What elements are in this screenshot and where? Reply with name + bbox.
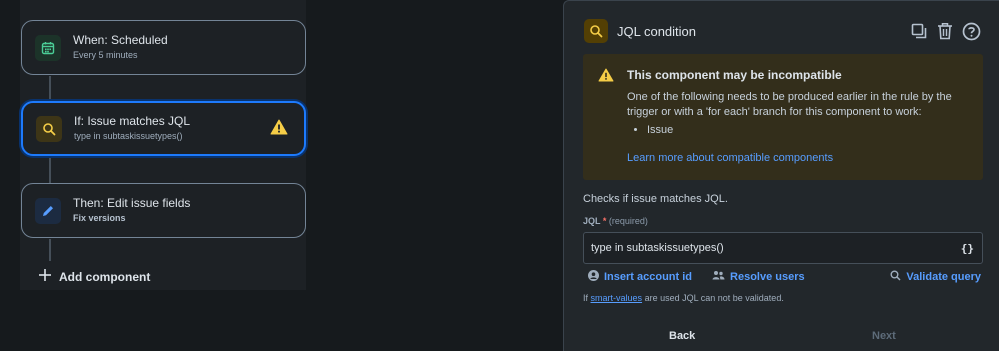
add-component-button[interactable]: Add component: [38, 268, 150, 285]
pencil-icon: [35, 197, 61, 224]
insert-account-id-button[interactable]: Insert account id: [588, 270, 692, 284]
header-actions: [909, 21, 981, 41]
connector-line: [49, 76, 51, 102]
panel-title: JQL condition: [617, 23, 697, 39]
insert-account-id-label: Insert account id: [604, 271, 693, 283]
node-subtitle: Every 5 minutes: [73, 50, 138, 60]
list-item: Issue: [647, 124, 673, 136]
warning-list: Issue: [647, 124, 673, 136]
smart-note-suffix: are used JQL can not be validated.: [644, 293, 784, 303]
back-button[interactable]: Back: [669, 330, 695, 342]
plus-icon: [38, 268, 52, 285]
help-icon[interactable]: [961, 21, 981, 41]
jql-input-value[interactable]: type in subtaskissuetypes(): [591, 242, 724, 254]
incompatible-warning: This component may be incompatible One o…: [583, 54, 983, 180]
warning-body: One of the following needs to be produce…: [627, 91, 952, 118]
smart-values-link[interactable]: smart-values: [591, 293, 643, 303]
people-icon: [712, 270, 725, 284]
trigger-node-scheduled[interactable]: When: Scheduled Every 5 minutes: [21, 20, 306, 75]
resolve-users-label: Resolve users: [730, 271, 805, 283]
action-node-edit[interactable]: Then: Edit issue fields Fix versions: [21, 183, 306, 238]
required-marker: *: [602, 216, 607, 226]
search-icon: [890, 270, 901, 284]
validate-query-button[interactable]: Validate query: [890, 270, 981, 284]
compatible-components-link[interactable]: Learn more about compatible components: [627, 152, 833, 164]
search-icon: [584, 19, 608, 43]
add-component-label: Add component: [59, 269, 151, 284]
trash-icon[interactable]: [935, 21, 955, 41]
node-title: Then: Edit issue fields: [73, 196, 191, 210]
braces-icon[interactable]: {}: [961, 242, 974, 255]
node-title: If: Issue matches JQL: [74, 114, 191, 128]
condition-node-jql[interactable]: If: Issue matches JQL type in subtaskiss…: [21, 101, 306, 156]
jql-field-label: JQL * (required): [583, 216, 648, 226]
warning-title: This component may be incompatible: [627, 68, 842, 82]
jql-actions: Insert account id Resolve users Validate…: [588, 269, 981, 285]
jql-input[interactable]: type in subtaskissuetypes() {}: [583, 232, 983, 264]
condition-description: Checks if issue matches JQL.: [583, 193, 728, 205]
jql-label-text: JQL: [583, 216, 601, 226]
panel-header: JQL condition: [584, 18, 981, 44]
validate-query-label: Validate query: [906, 271, 981, 283]
required-text: (required): [608, 216, 648, 226]
calendar-icon: [35, 34, 61, 61]
warning-icon: [270, 119, 288, 140]
smart-values-note: If smart-values are used JQL can not be …: [583, 293, 784, 303]
next-button: Next: [872, 330, 896, 342]
smart-note-prefix: If: [583, 293, 589, 303]
connector-line: [49, 239, 51, 261]
search-icon: [36, 115, 62, 142]
node-subtitle: Fix versions: [73, 213, 126, 223]
connector-line: [49, 158, 51, 184]
config-panel: JQL condition This component may be inco…: [563, 0, 999, 351]
resolve-users-button[interactable]: Resolve users: [712, 270, 805, 284]
node-subtitle: type in subtaskissuetypes(): [74, 131, 183, 141]
person-circle-icon: [588, 270, 599, 284]
warning-icon: [598, 68, 614, 87]
node-title: When: Scheduled: [73, 33, 168, 47]
copy-icon[interactable]: [909, 21, 929, 41]
